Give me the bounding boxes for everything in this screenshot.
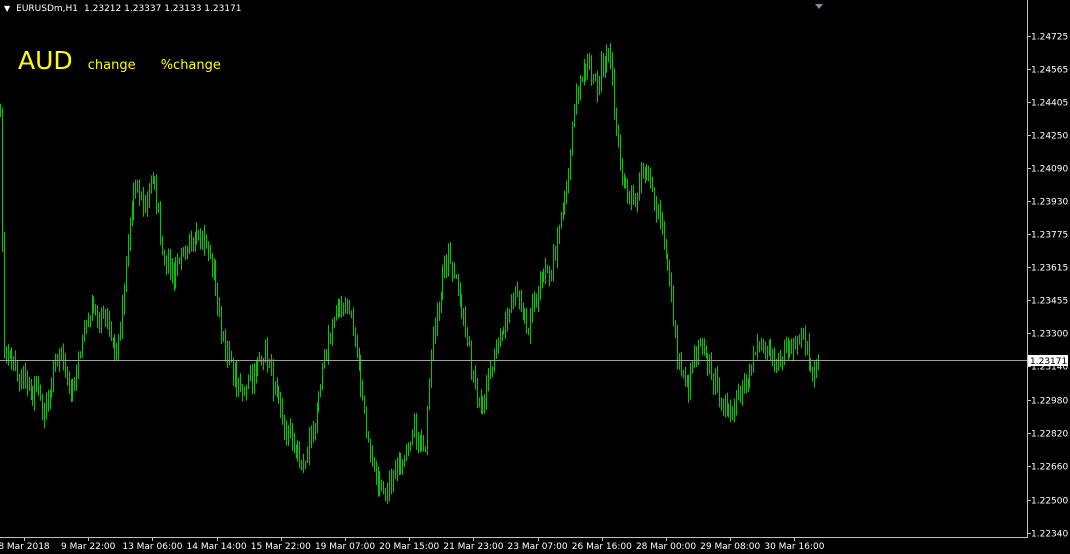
y-tick-label: 1.24405 <box>1031 99 1068 109</box>
price-bars <box>0 43 819 504</box>
x-tick-label: 28 Mar 00:00 <box>636 542 696 552</box>
currency-label: AUD <box>18 46 73 75</box>
pct-change-label: %change <box>160 58 221 73</box>
time-axis[interactable]: 8 Mar 2018 9 Mar 22:00 13 Mar 06:00 14 Mar … <box>0 537 825 552</box>
x-tick-label: 29 Mar 08:00 <box>700 542 760 552</box>
y-tick-label: 1.23930 <box>1031 198 1068 208</box>
x-tick-label: 30 Mar 16:00 <box>764 542 824 552</box>
x-tick-label: 23 Mar 07:00 <box>508 542 568 552</box>
x-tick-label: 21 Mar 23:00 <box>443 542 503 552</box>
price-axis[interactable]: 1.24725 1.24565 1.24405 1.24250 1.24090 1.239… <box>1027 33 1068 540</box>
y-tick-label: 1.24090 <box>1031 165 1068 175</box>
symbol-label: EURUSDm,H1 <box>16 4 79 14</box>
y-tick-label: 1.22500 <box>1031 497 1068 507</box>
price-chart[interactable]: 1.24725 1.24565 1.24405 1.24250 1.24090 1.239… <box>0 0 1070 554</box>
y-tick-label: 1.23300 <box>1031 330 1068 340</box>
change-label: change <box>87 58 136 73</box>
y-tick-label: 1.23775 <box>1031 231 1068 241</box>
y-tick-label: 1.22340 <box>1031 530 1068 540</box>
x-tick-label: 14 Mar 14:00 <box>187 542 247 552</box>
shift-marker-icon[interactable] <box>815 4 823 9</box>
x-tick-label: 13 Mar 06:00 <box>122 542 182 552</box>
x-tick-label: 19 Mar 07:00 <box>315 542 375 552</box>
y-tick-label: 1.23455 <box>1031 297 1068 307</box>
y-tick-label: 1.24250 <box>1031 132 1068 142</box>
x-tick-label: 15 Mar 22:00 <box>251 542 311 552</box>
current-price-text: 1.23171 <box>1030 357 1067 367</box>
chart-window[interactable]: 1.24725 1.24565 1.24405 1.24250 1.24090 1.239… <box>0 0 1070 554</box>
ohlc-values: 1.23212 1.23337 1.23133 1.23171 <box>84 4 242 14</box>
current-price-label: 1.23171 <box>1028 355 1068 367</box>
x-tick-label: 9 Mar 22:00 <box>61 542 116 552</box>
x-tick-label: 20 Mar 15:00 <box>379 542 439 552</box>
indicator-overlay: AUD change %change <box>18 46 241 75</box>
chart-header: ▼ EURUSDm,H1 1.23212 1.23337 1.23133 1.231… <box>4 4 242 14</box>
dropdown-triangle-icon[interactable]: ▼ <box>4 4 10 13</box>
y-tick-label: 1.22820 <box>1031 430 1068 440</box>
y-tick-label: 1.23615 <box>1031 264 1068 274</box>
x-tick-label: 26 Mar 16:00 <box>572 542 632 552</box>
y-tick-label: 1.24725 <box>1031 33 1068 43</box>
y-tick-label: 1.22980 <box>1031 397 1068 407</box>
y-tick-label: 1.24565 <box>1031 66 1068 76</box>
y-tick-label: 1.22660 <box>1031 463 1068 473</box>
x-tick-label: 8 Mar 2018 <box>0 542 50 552</box>
